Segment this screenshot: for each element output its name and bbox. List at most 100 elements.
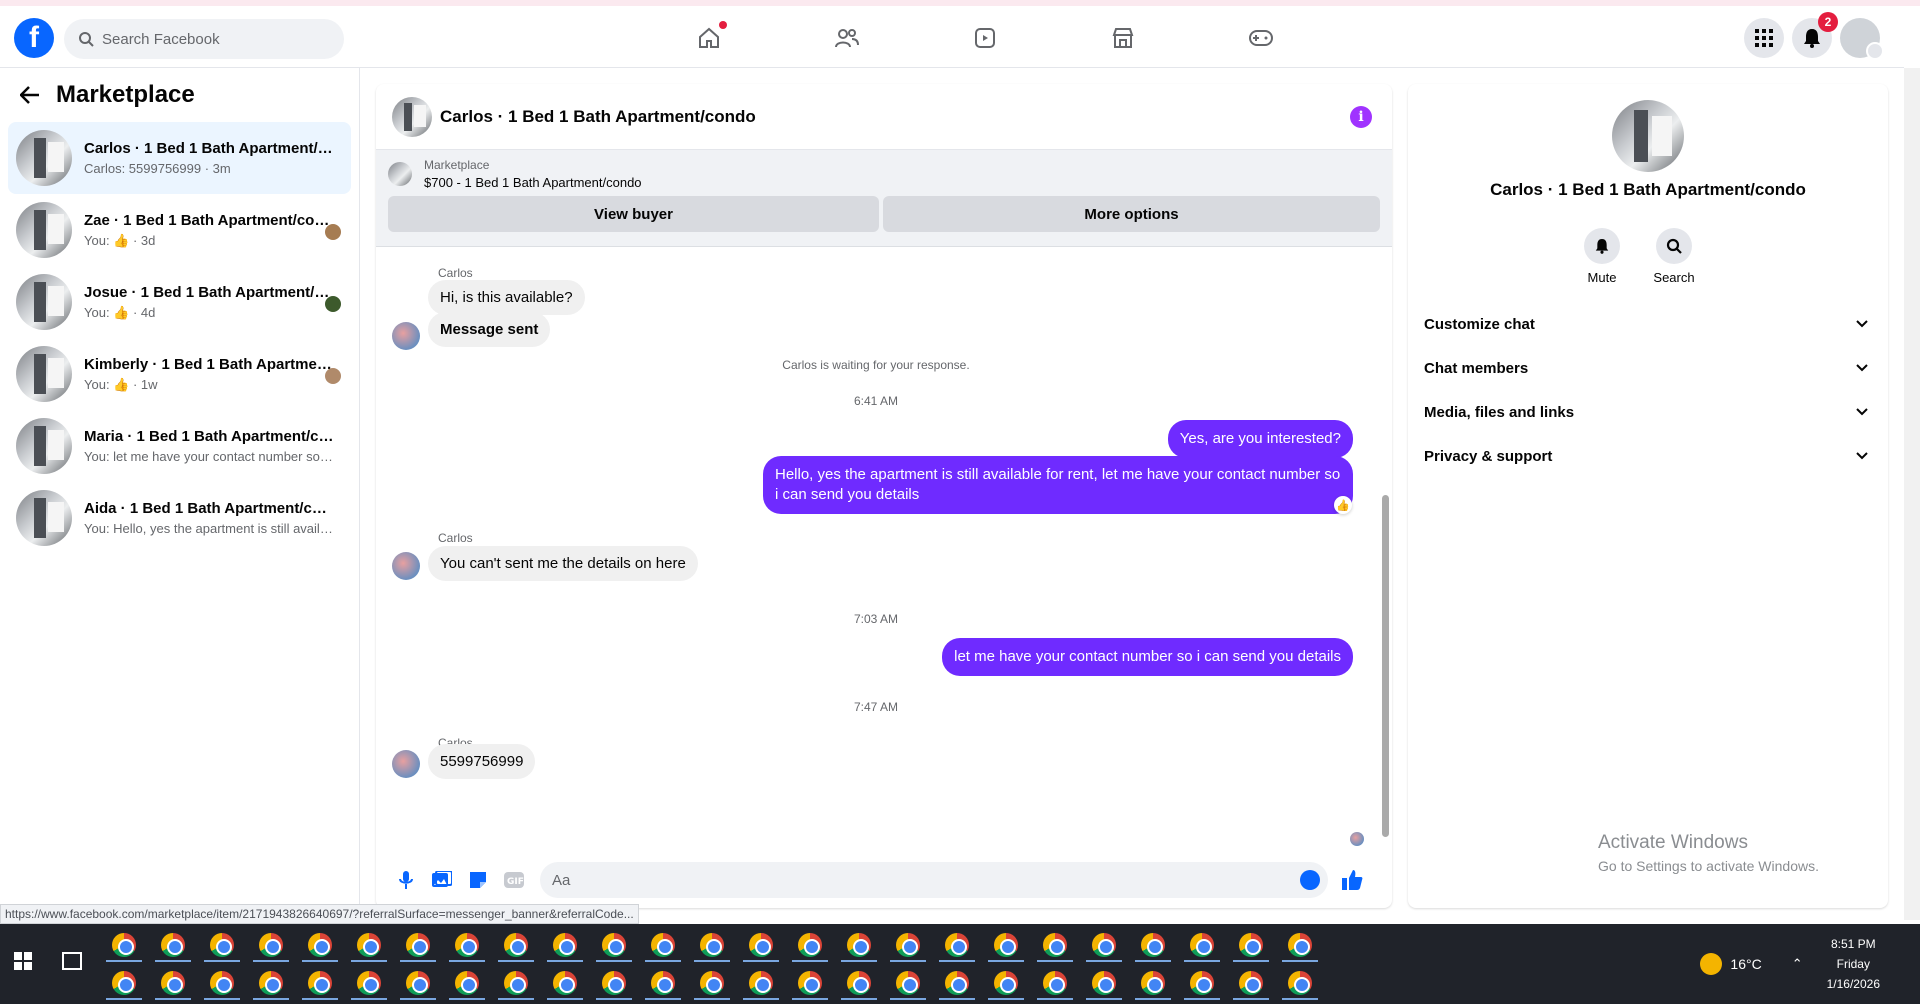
taskbar-app-button[interactable] — [1233, 930, 1269, 962]
taskbar-app-button[interactable] — [449, 968, 485, 1000]
taskbar-app-button[interactable] — [743, 968, 779, 1000]
chat-avatar[interactable] — [392, 96, 432, 137]
sticker-button[interactable] — [460, 862, 496, 898]
taskbar-app-button[interactable] — [449, 930, 485, 962]
taskbar-app-button[interactable] — [596, 930, 632, 962]
customize-chat-section[interactable]: Customize chat — [1416, 302, 1880, 346]
privacy-support-section[interactable]: Privacy & support — [1416, 434, 1880, 478]
back-arrow-icon[interactable] — [20, 86, 40, 104]
taskbar-app-button[interactable] — [1135, 930, 1171, 962]
taskbar-app-button[interactable] — [253, 968, 289, 1000]
attach-photo-button[interactable] — [424, 862, 460, 898]
info-icon[interactable]: i — [1350, 106, 1372, 128]
taskbar-app-button[interactable] — [1184, 968, 1220, 1000]
taskbar-app-button[interactable] — [1086, 930, 1122, 962]
taskbar-app-button[interactable] — [547, 968, 583, 1000]
nav-home[interactable] — [640, 18, 778, 58]
taskbar-app-button[interactable] — [841, 930, 877, 962]
conversation-item[interactable]: Maria · 1 Bed 1 Bath Apartment/condo You… — [8, 410, 351, 482]
taskbar-app-button[interactable] — [253, 930, 289, 962]
conversation-item[interactable]: Aida · 1 Bed 1 Bath Apartment/condo You:… — [8, 482, 351, 554]
taskbar-app-button[interactable] — [743, 930, 779, 962]
taskbar-app-button[interactable] — [694, 930, 730, 962]
taskbar-app-button[interactable] — [1037, 930, 1073, 962]
mute-button[interactable] — [1584, 228, 1620, 264]
taskbar-app-button[interactable] — [400, 968, 436, 1000]
listing-thumbnail[interactable] — [388, 162, 412, 186]
taskbar-app-button[interactable] — [1184, 930, 1220, 962]
conversation-item[interactable]: Carlos · 1 Bed 1 Bath Apartment/condo Ca… — [8, 122, 351, 194]
facebook-logo[interactable]: f — [14, 18, 54, 58]
taskbar-app-button[interactable] — [204, 968, 240, 1000]
nav-marketplace[interactable] — [1054, 18, 1192, 58]
search-in-chat-button[interactable] — [1656, 228, 1692, 264]
incoming-message[interactable]: Message sent — [428, 312, 551, 347]
taskbar-app-button[interactable] — [302, 968, 338, 1000]
media-files-section[interactable]: Media, files and links — [1416, 390, 1880, 434]
taskbar-app-button[interactable] — [498, 968, 534, 1000]
chat-title[interactable]: Carlos · 1 Bed 1 Bath Apartment/condo — [440, 107, 756, 127]
taskbar-app-button[interactable] — [547, 930, 583, 962]
account-avatar[interactable] — [1840, 18, 1884, 60]
taskbar-app-button[interactable] — [400, 930, 436, 962]
contact-avatar[interactable] — [1612, 100, 1684, 172]
taskbar-app-button[interactable] — [1135, 968, 1171, 1000]
taskbar-app-button[interactable] — [155, 930, 191, 962]
chat-members-section[interactable]: Chat members — [1416, 346, 1880, 390]
taskbar-app-button[interactable] — [988, 930, 1024, 962]
taskbar-app-button[interactable] — [351, 930, 387, 962]
taskbar-app-button[interactable] — [204, 930, 240, 962]
taskbar-app-button[interactable] — [792, 930, 828, 962]
menu-button[interactable] — [1744, 18, 1784, 58]
taskbar-app-button[interactable] — [988, 968, 1024, 1000]
taskbar-app-button[interactable] — [1282, 930, 1318, 962]
weather-widget[interactable]: 16°C — [1700, 953, 1762, 975]
system-clock[interactable]: 8:51 PM Friday 1/16/2026 — [1827, 934, 1880, 994]
taskbar-app-button[interactable] — [1086, 968, 1122, 1000]
listing-price[interactable]: $700 - 1 Bed 1 Bath Apartment/condo — [424, 175, 642, 190]
taskbar-app-button[interactable] — [645, 968, 681, 1000]
taskbar-app-button[interactable] — [939, 968, 975, 1000]
voice-clip-button[interactable] — [388, 862, 424, 898]
view-buyer-button[interactable]: View buyer — [388, 196, 880, 232]
incoming-message[interactable]: 5599756999 — [428, 744, 536, 779]
nav-gaming[interactable] — [1192, 18, 1330, 58]
nav-friends[interactable] — [778, 18, 916, 58]
taskbar-app-button[interactable] — [596, 968, 632, 1000]
taskbar-app-button[interactable] — [1282, 968, 1318, 1000]
search-action[interactable]: Search — [1653, 228, 1695, 285]
task-view-icon[interactable] — [62, 952, 82, 970]
taskbar-app-button[interactable] — [498, 930, 534, 962]
message-scrollbar[interactable] — [1378, 248, 1392, 844]
taskbar-app-button[interactable] — [939, 930, 975, 962]
conversation-item[interactable]: Kimberly · 1 Bed 1 Bath Apartment/condo … — [8, 338, 351, 410]
taskbar-app-button[interactable] — [841, 968, 877, 1000]
conversation-item[interactable]: Josue · 1 Bed 1 Bath Apartment/condo You… — [8, 266, 351, 338]
conversation-item[interactable]: Zae · 1 Bed 1 Bath Apartment/condo You: … — [8, 194, 351, 266]
incoming-message[interactable]: You can't sent me the details on here — [428, 546, 698, 581]
more-options-button[interactable]: More options — [883, 196, 1380, 232]
taskbar-app-button[interactable] — [106, 968, 142, 1000]
chevron-up-icon[interactable]: ⌃ — [1792, 956, 1803, 972]
taskbar-app-button[interactable] — [155, 968, 191, 1000]
taskbar-app-button[interactable] — [645, 930, 681, 962]
emoji-icon[interactable] — [1300, 870, 1320, 890]
taskbar-app-button[interactable] — [792, 968, 828, 1000]
search-input[interactable]: Search Facebook — [64, 19, 344, 59]
outgoing-message[interactable]: Yes, are you interested? — [1167, 420, 1353, 458]
nav-video[interactable] — [916, 18, 1054, 58]
message-input[interactable]: Aa — [540, 862, 1328, 898]
taskbar-app-button[interactable] — [1037, 968, 1073, 1000]
taskbar-app-button[interactable] — [890, 930, 926, 962]
outgoing-message[interactable]: let me have your contact number so i can… — [942, 638, 1353, 676]
taskbar-app-button[interactable] — [106, 930, 142, 962]
incoming-message[interactable]: Hi, is this available? — [428, 280, 585, 315]
thumbs-up-reaction-icon[interactable]: 👍 — [1334, 496, 1352, 514]
notifications-button[interactable]: 2 — [1792, 12, 1838, 58]
taskbar-app-button[interactable] — [1233, 968, 1269, 1000]
mute-action[interactable]: Mute — [1584, 228, 1620, 285]
page-scrollbar[interactable] — [1904, 68, 1920, 920]
taskbar-app-button[interactable] — [351, 968, 387, 1000]
scrollbar-thumb[interactable] — [1382, 495, 1389, 837]
outgoing-message[interactable]: Hello, yes the apartment is still availa… — [763, 456, 1353, 514]
